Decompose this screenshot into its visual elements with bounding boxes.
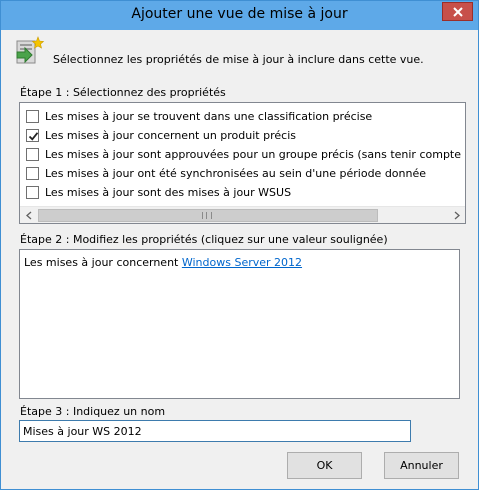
cancel-button[interactable]: Annuler	[384, 452, 459, 479]
property-item-product[interactable]: Les mises à jour concernent un produit p…	[20, 126, 465, 145]
property-item-label: Les mises à jour ont été synchronisées a…	[45, 167, 427, 180]
property-item-classification[interactable]: Les mises à jour se trouvent dans une cl…	[20, 107, 465, 126]
view-name-input[interactable]	[19, 420, 411, 442]
chevron-left-icon	[25, 211, 31, 220]
close-icon	[452, 6, 463, 17]
property-item-label: Les mises à jour concernent un produit p…	[45, 129, 296, 142]
scroll-right-button[interactable]	[448, 207, 465, 223]
update-view-icon	[16, 36, 45, 64]
checkbox[interactable]	[26, 129, 39, 142]
scroll-thumb[interactable]	[38, 209, 378, 222]
scroll-left-button[interactable]	[20, 207, 37, 223]
property-item-label: Les mises à jour sont approuvées pour un…	[45, 148, 465, 161]
window-title: Ajouter une vue de mise à jour	[131, 6, 348, 22]
add-update-view-dialog: Ajouter une vue de mise à jour Sélection…	[0, 0, 479, 490]
ok-button[interactable]: OK	[287, 452, 362, 479]
description-text: Les mises à jour concernent	[24, 256, 182, 269]
properties-description: Les mises à jour concernent Windows Serv…	[24, 256, 302, 269]
step1-label: Étape 1 : Sélectionnez des propriétés	[20, 86, 226, 99]
property-item-synchronized[interactable]: Les mises à jour ont été synchronisées a…	[20, 164, 465, 183]
header-description: Sélectionnez les propriétés de mise à jo…	[53, 53, 424, 66]
property-item-label: Les mises à jour sont des mises à jour W…	[45, 186, 292, 199]
close-button[interactable]	[442, 2, 473, 21]
horizontal-scrollbar[interactable]	[20, 206, 465, 223]
checkbox[interactable]	[26, 186, 39, 199]
checkbox[interactable]	[26, 167, 39, 180]
property-item-label: Les mises à jour se trouvent dans une cl…	[45, 110, 373, 123]
product-value-link[interactable]: Windows Server 2012	[182, 256, 302, 269]
checkbox[interactable]	[26, 148, 39, 161]
properties-list[interactable]: Les mises à jour se trouvent dans une cl…	[19, 102, 466, 224]
property-item-group[interactable]: Les mises à jour sont approuvées pour un…	[20, 145, 465, 164]
grip-icon	[202, 212, 212, 219]
step2-label: Étape 2 : Modifiez les propriétés (cliqu…	[20, 233, 388, 246]
checkmark-icon	[28, 132, 39, 141]
checkbox[interactable]	[26, 110, 39, 123]
chevron-right-icon	[454, 211, 460, 220]
property-item-wsus[interactable]: Les mises à jour sont des mises à jour W…	[20, 183, 465, 202]
title-bar[interactable]: Ajouter une vue de mise à jour	[1, 1, 478, 30]
step3-label: Étape 3 : Indiquez un nom	[20, 405, 166, 418]
properties-description-box: Les mises à jour concernent Windows Serv…	[19, 249, 460, 399]
